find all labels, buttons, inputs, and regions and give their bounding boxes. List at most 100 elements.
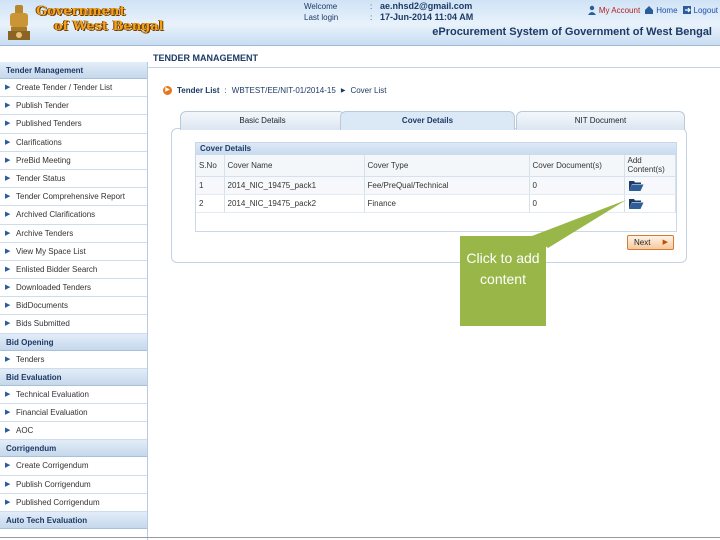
table-row: 2 2014_NIC_19475_pack2 Finance 0 bbox=[196, 194, 676, 213]
sidebar-item-archived-clarifications[interactable]: ▶ Archived Clarifications bbox=[0, 206, 147, 225]
folder-open-icon[interactable] bbox=[628, 197, 644, 210]
sidebar: Tender Management ▶ Create Tender / Tende… bbox=[0, 62, 148, 540]
sidebar-item-bid-documents[interactable]: ▶ BidDocuments bbox=[0, 297, 147, 316]
tender-tabs: Basic Details Cover Details NIT Document bbox=[180, 111, 685, 130]
col-cover-type: Cover Type bbox=[364, 155, 530, 177]
sidebar-item-label: Archived Clarifications bbox=[16, 210, 96, 220]
tab-basic-details[interactable]: Basic Details bbox=[180, 111, 345, 130]
sidebar-section-bid-evaluation[interactable]: Bid Evaluation bbox=[0, 368, 147, 386]
cell-sno: 1 bbox=[196, 176, 225, 195]
sidebar-item-clarifications[interactable]: ▶ Clarifications bbox=[0, 134, 147, 152]
sidebar-item-enlisted-bidder-search[interactable]: ▶ Enlisted Bidder Search bbox=[0, 261, 147, 280]
home-label: Home bbox=[656, 5, 678, 15]
sidebar-section-bid-opening[interactable]: Bid Opening bbox=[0, 333, 147, 351]
cover-details-caption: Cover Details bbox=[196, 143, 676, 155]
last-login-separator: : bbox=[370, 13, 373, 22]
arrow-right-icon: ▶ bbox=[5, 302, 11, 310]
arrow-right-icon: ▶ bbox=[5, 193, 11, 201]
my-account-link[interactable]: My Account bbox=[587, 5, 640, 15]
arrow-right-icon: ▶ bbox=[5, 427, 11, 435]
tab-nit-document[interactable]: NIT Document bbox=[516, 111, 685, 130]
sidebar-item-label: Tender Status bbox=[16, 173, 66, 183]
arrow-right-icon: ▶ bbox=[5, 247, 11, 255]
table-row: 1 2014_NIC_19475_pack1 Fee/PreQual/Techn… bbox=[196, 176, 676, 195]
next-button[interactable]: Next ▶ bbox=[627, 235, 674, 250]
sidebar-section-auto-tech-evaluation[interactable]: Auto Tech Evaluation bbox=[0, 511, 147, 529]
sidebar-item-label: Bids Submitted bbox=[16, 319, 70, 329]
cell-cover-name: 2014_NIC_19475_pack2 bbox=[224, 194, 365, 213]
sidebar-item-downloaded-tenders[interactable]: ▶ Downloaded Tenders bbox=[0, 279, 147, 298]
breadcrumb: ▶ Tender List : WBTEST/EE/NIT-01/2014-15… bbox=[163, 86, 386, 95]
sidebar-item-aoc[interactable]: ▶ AOC bbox=[0, 422, 147, 441]
sidebar-item-published-tenders[interactable]: ▶ Published Tenders bbox=[0, 115, 147, 134]
breadcrumb-tender-list[interactable]: Tender List bbox=[177, 86, 220, 95]
sidebar-item-archive-tenders[interactable]: ▶ Archive Tenders bbox=[0, 225, 147, 243]
sidebar-item-create-tender[interactable]: ▶ Create Tender / Tender List bbox=[0, 79, 147, 98]
cell-cover-name: 2014_NIC_19475_pack1 bbox=[224, 176, 365, 195]
arrow-right-icon: ▶ bbox=[5, 462, 11, 470]
sidebar-item-comprehensive-report[interactable]: ▶ Tender Comprehensive Report bbox=[0, 188, 147, 207]
sidebar-item-label: Archive Tenders bbox=[16, 228, 74, 238]
sidebar-item-label: Published Tenders bbox=[16, 119, 82, 129]
system-name: eProcurement System of Government of Wes… bbox=[432, 26, 712, 38]
arrow-right-icon: ▶ bbox=[5, 102, 11, 110]
cell-cover-docs: 0 bbox=[529, 176, 625, 195]
arrow-right-icon: ▶ bbox=[5, 409, 11, 416]
sidebar-section-tender-management[interactable]: Tender Management bbox=[0, 62, 147, 79]
brand-line-1: Government bbox=[36, 4, 126, 19]
logout-label: Logout bbox=[693, 5, 718, 15]
header: Government of West Bengal Welcome : ae.n… bbox=[0, 0, 720, 46]
sidebar-item-label: Tender Comprehensive Report bbox=[16, 192, 125, 202]
sidebar-item-label: PreBid Meeting bbox=[16, 155, 71, 165]
sidebar-item-prebid-meeting[interactable]: ▶ PreBid Meeting bbox=[0, 152, 147, 170]
sidebar-item-bids-submitted[interactable]: ▶ Bids Submitted bbox=[0, 315, 147, 334]
breadcrumb-arrow-icon: ▶ bbox=[163, 86, 172, 95]
sidebar-item-label: Technical Evaluation bbox=[16, 389, 89, 399]
arrow-right-icon: ▶ bbox=[5, 284, 11, 292]
sidebar-item-label: Enlisted Bidder Search bbox=[16, 264, 98, 274]
tab-cover-details[interactable]: Cover Details bbox=[340, 111, 515, 130]
sidebar-item-label: Publish Corrigendum bbox=[16, 479, 91, 489]
sidebar-item-technical-evaluation[interactable]: ▶ Technical Evaluation bbox=[0, 386, 147, 404]
sidebar-item-financial-evaluation[interactable]: ▶ Financial Evaluation bbox=[0, 404, 147, 423]
cell-add-content bbox=[624, 176, 676, 195]
arrow-right-icon: ▶ bbox=[5, 211, 11, 219]
arrow-right-icon: ▶ bbox=[5, 320, 11, 328]
brand-title: Government of West Bengal bbox=[36, 4, 164, 34]
sidebar-item-label: Clarifications bbox=[16, 137, 62, 147]
sidebar-item-published-corrigendum[interactable]: ▶ Published Corrigendum bbox=[0, 494, 147, 512]
cell-cover-type: Fee/PreQual/Technical bbox=[364, 176, 530, 195]
arrow-right-icon: ▶ bbox=[5, 120, 11, 128]
breadcrumb-colon: : bbox=[224, 86, 227, 95]
sidebar-item-label: Tenders bbox=[16, 354, 45, 364]
logout-link[interactable]: Logout bbox=[682, 5, 718, 15]
sidebar-item-my-space-list[interactable]: ▶ View My Space List bbox=[0, 243, 147, 261]
home-link[interactable]: Home bbox=[644, 5, 678, 15]
cell-sno: 2 bbox=[196, 194, 225, 213]
arrow-right-icon: ▶ bbox=[662, 239, 668, 246]
page-title: TENDER MANAGEMENT bbox=[148, 48, 720, 68]
col-add-contents: Add Content(s) bbox=[624, 155, 676, 177]
my-account-label: My Account bbox=[598, 5, 641, 15]
brand-line-2: of West Bengal bbox=[54, 19, 164, 34]
sidebar-item-tender-status[interactable]: ▶ Tender Status bbox=[0, 170, 147, 189]
folder-open-icon[interactable] bbox=[628, 179, 644, 192]
sidebar-item-publish-tender[interactable]: ▶ Publish Tender bbox=[0, 97, 147, 116]
arrow-right-icon: ▶ bbox=[5, 265, 11, 273]
user-email: ae.nhsd2@gmail.com bbox=[380, 1, 473, 11]
cover-details-table: Cover Details S.No Cover Name Cover Type… bbox=[195, 142, 677, 232]
sidebar-item-label: AOC bbox=[16, 426, 34, 436]
sidebar-item-publish-corrigendum[interactable]: ▶ Publish Corrigendum bbox=[0, 476, 147, 494]
cell-add-content bbox=[624, 194, 676, 213]
state-emblem-icon bbox=[8, 5, 30, 40]
sidebar-section-corrigendum[interactable]: Corrigendum bbox=[0, 440, 147, 458]
sidebar-item-create-corrigendum[interactable]: ▶ Create Corrigendum bbox=[0, 457, 147, 476]
cell-cover-type: Finance bbox=[364, 194, 530, 213]
breadcrumb-tender-ref[interactable]: WBTEST/EE/NIT-01/2014-15 bbox=[232, 86, 336, 95]
next-button-label: Next bbox=[634, 238, 651, 247]
sidebar-item-tenders[interactable]: ▶ Tenders bbox=[0, 351, 147, 369]
last-login-value: 17-Jun-2014 11:04 AM bbox=[380, 12, 474, 22]
col-sno: S.No bbox=[196, 155, 225, 177]
col-cover-name: Cover Name bbox=[224, 155, 365, 177]
sidebar-item-label: Publish Tender bbox=[16, 101, 69, 111]
